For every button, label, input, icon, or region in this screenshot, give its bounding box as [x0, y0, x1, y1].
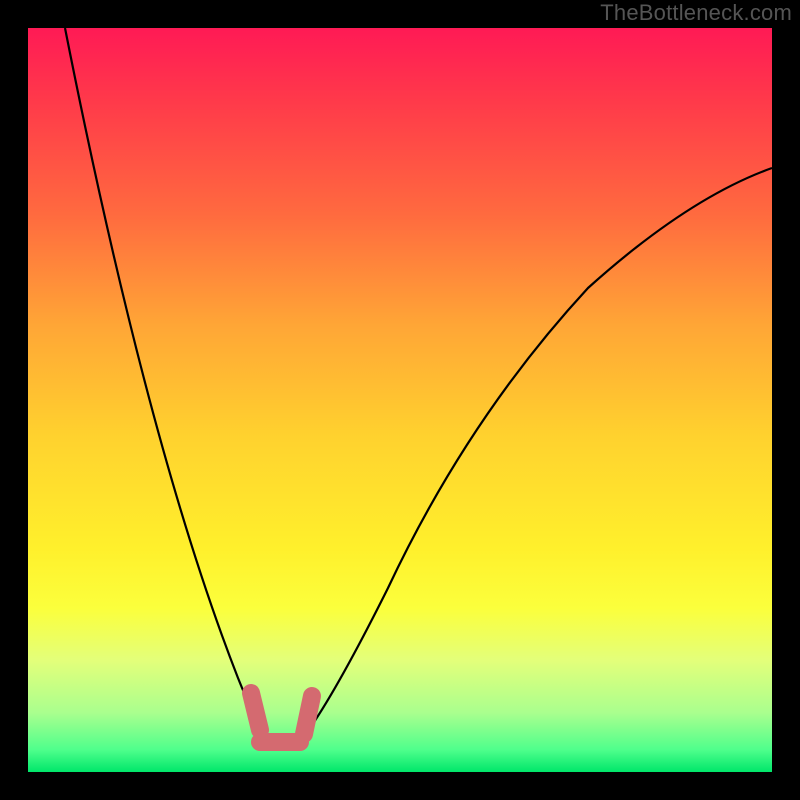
marker-segment: [251, 693, 312, 742]
plot-area: [28, 28, 772, 772]
bottleneck-curve: [65, 28, 772, 744]
curve-layer: [28, 28, 772, 772]
chart-frame: TheBottleneck.com: [0, 0, 800, 800]
watermark-text: TheBottleneck.com: [600, 0, 792, 26]
